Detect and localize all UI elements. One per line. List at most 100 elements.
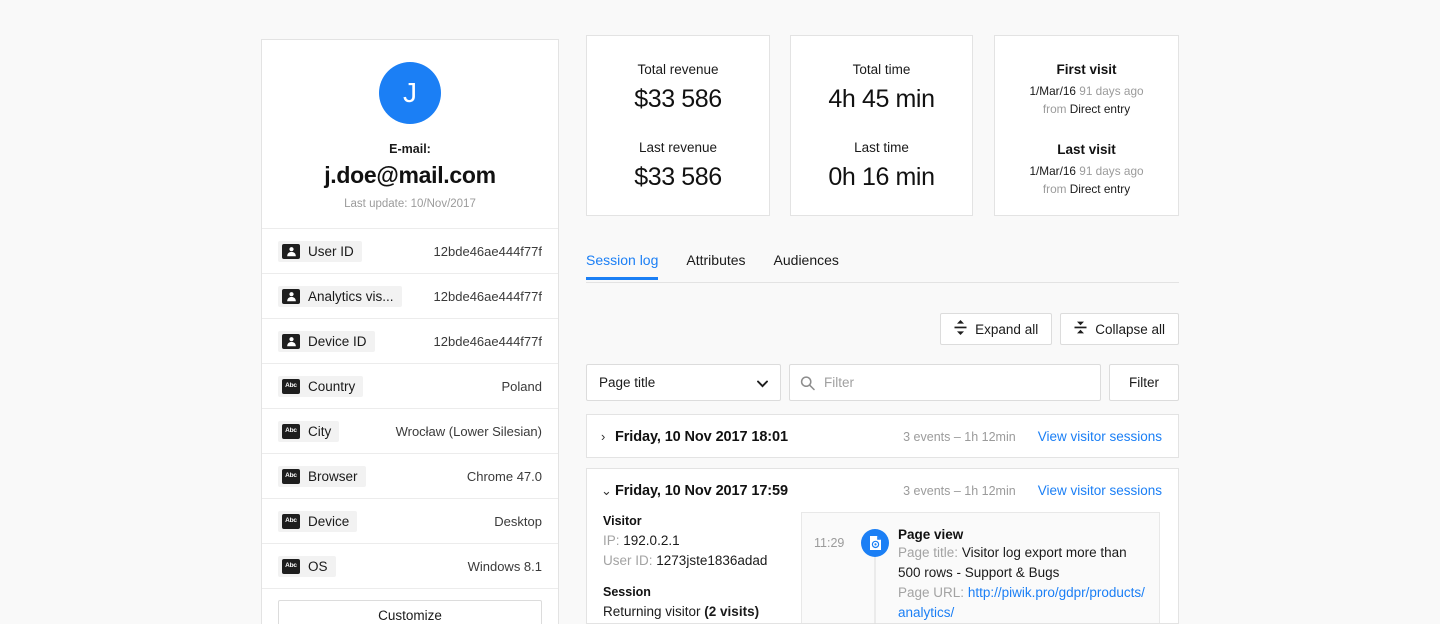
visitor-section-title: Visitor (603, 514, 642, 528)
event-title: Page view (898, 527, 964, 542)
event-page-url-row: Page URL: http://piwik.pro/gdpr/products… (898, 583, 1145, 623)
text-icon: Abc (282, 468, 300, 484)
user-icon (282, 243, 300, 259)
last-visit-block: Last visit 1/Mar/16 91 days ago from Dir… (995, 118, 1178, 198)
session-visitor-info: Visitor IP: 192.0.2.1 User ID: 1273jste183… (603, 512, 801, 623)
attribute-value: Windows 8.1 (467, 558, 542, 574)
attribute-label-pill: Abc City (278, 420, 340, 442)
view-visitor-sessions-link[interactable]: View visitor sessions (1038, 429, 1162, 444)
attribute-row[interactable]: Abc OS Windows 8.1 (262, 544, 558, 589)
collapse-all-icon (1074, 320, 1087, 338)
session-meta: 3 events – 1h 12min (903, 429, 1016, 444)
attribute-row[interactable]: Abc City Wrocław (Lower Silesian) (262, 409, 558, 454)
bulk-actions: Expand all Collapse all (940, 313, 1179, 345)
attribute-name: City (308, 423, 332, 439)
tab-audiences[interactable]: Audiences (774, 252, 839, 279)
user-icon (282, 288, 300, 304)
session-header[interactable]: › Friday, 10 Nov 2017 18:01 3 events – 1h … (587, 415, 1178, 458)
first-visit-source-line: from Direct entry (995, 101, 1178, 118)
timeline-connector (874, 557, 876, 624)
attribute-label-pill: Abc Country (278, 375, 364, 397)
attribute-value: 12bde46ae444f77f (433, 243, 542, 259)
expand-all-icon (954, 320, 967, 338)
tab-session-log[interactable]: Session log (586, 252, 659, 280)
filter-field-value: Page title (599, 375, 656, 390)
attribute-value: Chrome 47.0 (466, 468, 542, 484)
email-value: j.doe@mail.com (324, 162, 496, 188)
attribute-value: 12bde46ae444f77f (433, 288, 542, 304)
event-icon-column (854, 527, 896, 624)
attribute-list: User ID 12bde46ae444f77f Analytics vis... 1… (262, 229, 558, 589)
attribute-row[interactable]: Analytics vis... 12bde46ae444f77f (262, 274, 558, 319)
visitor-profile-card: J E-mail: j.doe@mail.com Last update: 10… (261, 39, 559, 624)
visitor-ip-line: IP: 192.0.2.1 (603, 531, 801, 551)
search-input[interactable] (824, 375, 1090, 390)
expand-all-label: Expand all (975, 321, 1039, 337)
total-time-label: Total time (852, 62, 911, 77)
session-section-title: Session (603, 584, 651, 599)
event-card: 11:29 Page view Page title: Visitor log ex… (801, 512, 1160, 624)
collapse-all-label: Collapse all (1095, 321, 1165, 337)
text-icon: Abc (282, 513, 300, 529)
visitor-profile-page: J E-mail: j.doe@mail.com Last update: 10… (0, 0, 1440, 624)
event-time: 11:29 (814, 536, 845, 550)
last-visit-source-line: from Direct entry (995, 181, 1178, 198)
last-visit-ago: 91 days ago (1079, 164, 1144, 179)
filter-field-select[interactable]: Page title (586, 364, 781, 401)
total-time-value: 4h 45 min (828, 85, 935, 113)
chevron-down-icon[interactable]: ⌄ (601, 483, 615, 499)
first-visit-from-label: from (1042, 102, 1067, 117)
text-icon: Abc (282, 423, 300, 439)
page-view-icon (861, 529, 889, 557)
attribute-name: Browser (308, 468, 358, 484)
visitor-userid-value: 1273jste1836adad (656, 553, 768, 569)
visitor-ip-label: IP: (603, 533, 620, 548)
avatar: J (379, 62, 441, 124)
event-page-url-label: Page URL: (898, 584, 965, 600)
visits-card: First visit 1/Mar/16 91 days ago from Di… (994, 35, 1179, 216)
chevron-down-icon (757, 375, 768, 390)
session-visitor-type: Returning visitor (603, 603, 705, 619)
attribute-label-pill: Analytics vis... (278, 285, 402, 307)
collapse-all-button[interactable]: Collapse all (1060, 313, 1179, 345)
last-revenue-label: Last revenue (638, 140, 718, 155)
attribute-row[interactable]: Abc Country Poland (262, 364, 558, 409)
text-icon: Abc (282, 378, 300, 394)
last-time-label: Last time (854, 140, 909, 155)
last-visit-title: Last visit (1057, 142, 1116, 158)
first-visit-ago: 91 days ago (1079, 84, 1144, 98)
text-icon: Abc (282, 558, 300, 574)
first-visit-source: Direct entry (1069, 102, 1131, 117)
session-item: ⌄ Friday, 10 Nov 2017 17:59 3 events – 1h … (586, 468, 1179, 624)
first-visit-date: 1/Mar/16 (1029, 84, 1076, 98)
attribute-row[interactable]: Device ID 12bde46ae444f77f (262, 319, 558, 364)
chevron-right-icon[interactable]: › (601, 429, 615, 444)
last-visit-source: Direct entry (1069, 182, 1131, 197)
tab-bar: Session log Attributes Audiences (586, 252, 1179, 283)
filter-search-box[interactable] (789, 364, 1101, 401)
attribute-row[interactable]: Abc Device Desktop (262, 499, 558, 544)
first-visit-date-line: 1/Mar/16 91 days ago (995, 83, 1178, 100)
attribute-value: Wrocław (Lower Silesian) (395, 423, 542, 439)
attribute-row[interactable]: Abc Browser Chrome 47.0 (262, 454, 558, 499)
last-revenue-block: Last revenue $33 586 (587, 114, 769, 192)
filter-submit-button[interactable]: Filter (1109, 364, 1179, 401)
attribute-label-pill: Abc OS (278, 555, 336, 577)
last-time-value: 0h 16 min (828, 163, 935, 191)
session-header[interactable]: ⌄ Friday, 10 Nov 2017 17:59 3 events – 1h … (587, 469, 1178, 512)
attribute-label-pill: User ID (278, 240, 362, 262)
attribute-row[interactable]: User ID 12bde46ae444f77f (262, 229, 558, 274)
attribute-label-pill: Device ID (278, 330, 375, 352)
event-body: Page view Page title: Visitor log export … (896, 527, 1145, 623)
expand-all-button[interactable]: Expand all (940, 313, 1053, 345)
tab-attributes[interactable]: Attributes (686, 252, 745, 279)
view-visitor-sessions-link[interactable]: View visitor sessions (1038, 483, 1162, 498)
last-visit-from-label: from (1042, 182, 1067, 197)
last-time-block: Last time 0h 16 min (791, 114, 972, 192)
attribute-value: Desktop (494, 513, 542, 529)
email-label: E-mail: (389, 142, 431, 156)
customize-button[interactable]: Customize (278, 600, 542, 624)
event-page-title-label: Page title: (898, 545, 959, 560)
total-time-block: Total time 4h 45 min (791, 36, 972, 114)
attribute-name: User ID (308, 243, 354, 259)
